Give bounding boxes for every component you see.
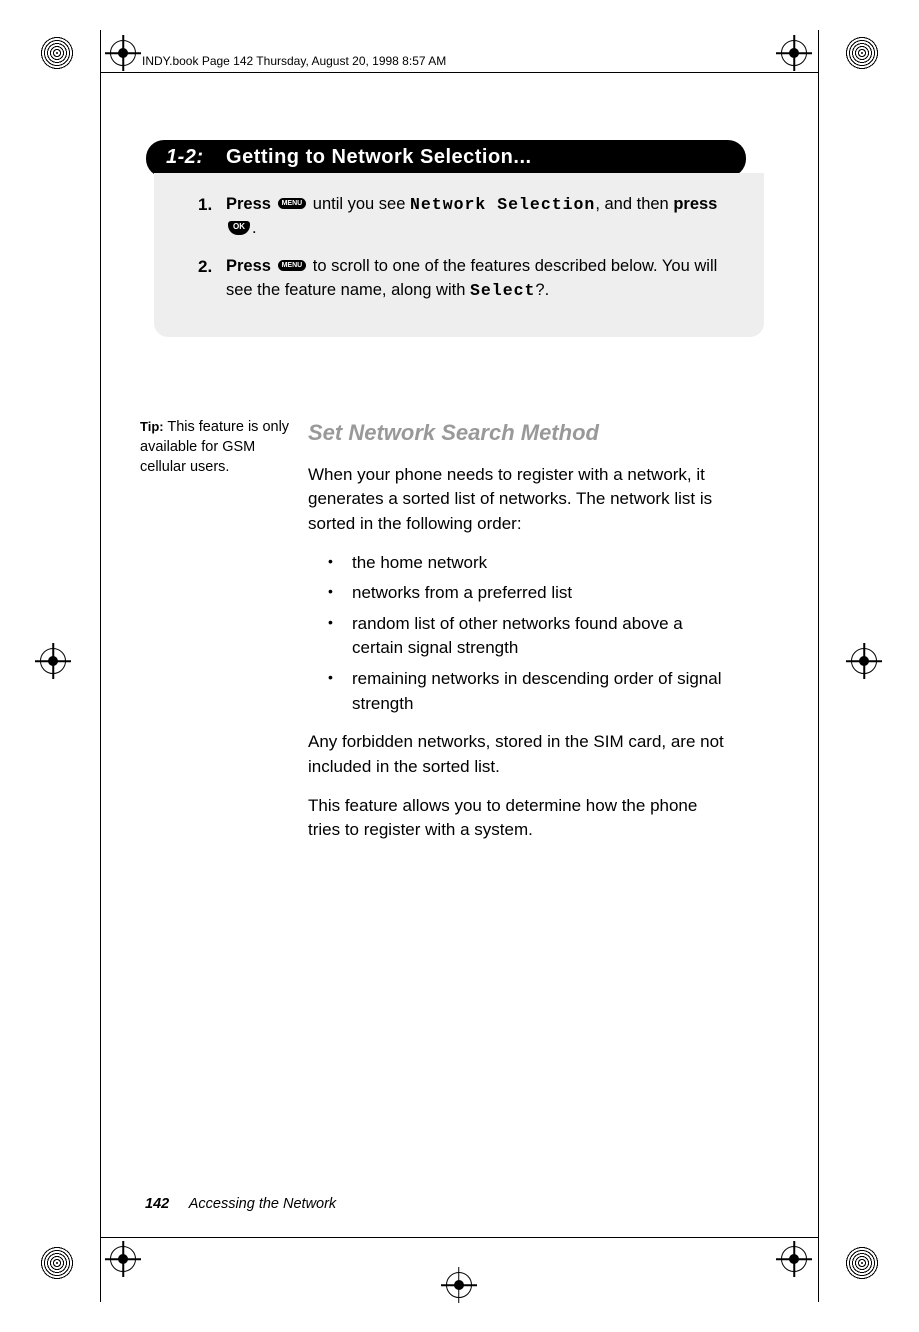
step-text: .	[252, 219, 257, 237]
crop-ornament-icon	[40, 36, 74, 70]
crop-frame	[100, 72, 819, 73]
registration-mark-icon	[781, 40, 809, 68]
step-text: , and then	[595, 195, 673, 213]
step-2: 2. Press MENU to scroll to one of the fe…	[204, 255, 738, 303]
crop-ornament-icon	[845, 36, 879, 70]
step-number: 2.	[198, 255, 212, 280]
list-item: random list of other networks found abov…	[348, 612, 728, 661]
subheading: Set Network Search Method	[308, 417, 728, 449]
crop-ornament-icon	[40, 1246, 74, 1280]
crop-frame	[100, 1237, 819, 1238]
registration-mark-icon	[110, 40, 138, 68]
list-item: networks from a preferred list	[348, 581, 728, 606]
lcd-text: Select	[470, 281, 535, 300]
registration-mark-icon	[110, 1246, 138, 1274]
footer-label: Accessing the Network	[189, 1196, 336, 1212]
menu-key-icon: MENU	[278, 260, 307, 271]
list-item: the home network	[348, 551, 728, 576]
crop-ornament-icon	[845, 1246, 879, 1280]
step-text: until you see	[308, 195, 410, 213]
bullet-list: the home network networks from a preferr…	[308, 551, 728, 717]
registration-mark-icon	[40, 648, 68, 676]
lcd-text: Network Selection	[410, 195, 595, 214]
section-title: Getting to Network Selection...	[226, 146, 532, 168]
page-number: 142	[145, 1196, 169, 1212]
paragraph: When your phone needs to register with a…	[308, 463, 728, 537]
crop-frame	[818, 30, 819, 1302]
list-item: remaining networks in descending order o…	[348, 667, 728, 716]
step-text: ?.	[535, 281, 549, 299]
press-label: Press	[226, 257, 271, 275]
press-label: Press	[226, 195, 271, 213]
ok-key-icon: OK	[228, 221, 250, 235]
paragraph: This feature allows you to determine how…	[308, 794, 728, 843]
step-1: 1. Press MENU until you see Network Sele…	[204, 193, 738, 241]
registration-mark-icon	[781, 1246, 809, 1274]
step-number: 1.	[198, 193, 212, 218]
steps-panel: 1. Press MENU until you see Network Sele…	[154, 173, 764, 337]
page-footer: 142 Accessing the Network	[145, 1196, 336, 1212]
registration-mark-icon	[446, 1272, 474, 1300]
margin-tip: Tip: This feature is only available for …	[140, 417, 308, 857]
press-label: press	[673, 195, 717, 213]
section-heading-bar: 1-2: Getting to Network Selection...	[146, 140, 746, 177]
crop-frame	[100, 30, 101, 1302]
menu-key-icon: MENU	[278, 198, 307, 209]
registration-mark-icon	[851, 648, 879, 676]
running-head: INDY.book Page 142 Thursday, August 20, …	[142, 54, 446, 68]
paragraph: Any forbidden networks, stored in the SI…	[308, 730, 728, 779]
section-number: 1-2:	[166, 146, 204, 168]
tip-label: Tip:	[140, 419, 164, 434]
